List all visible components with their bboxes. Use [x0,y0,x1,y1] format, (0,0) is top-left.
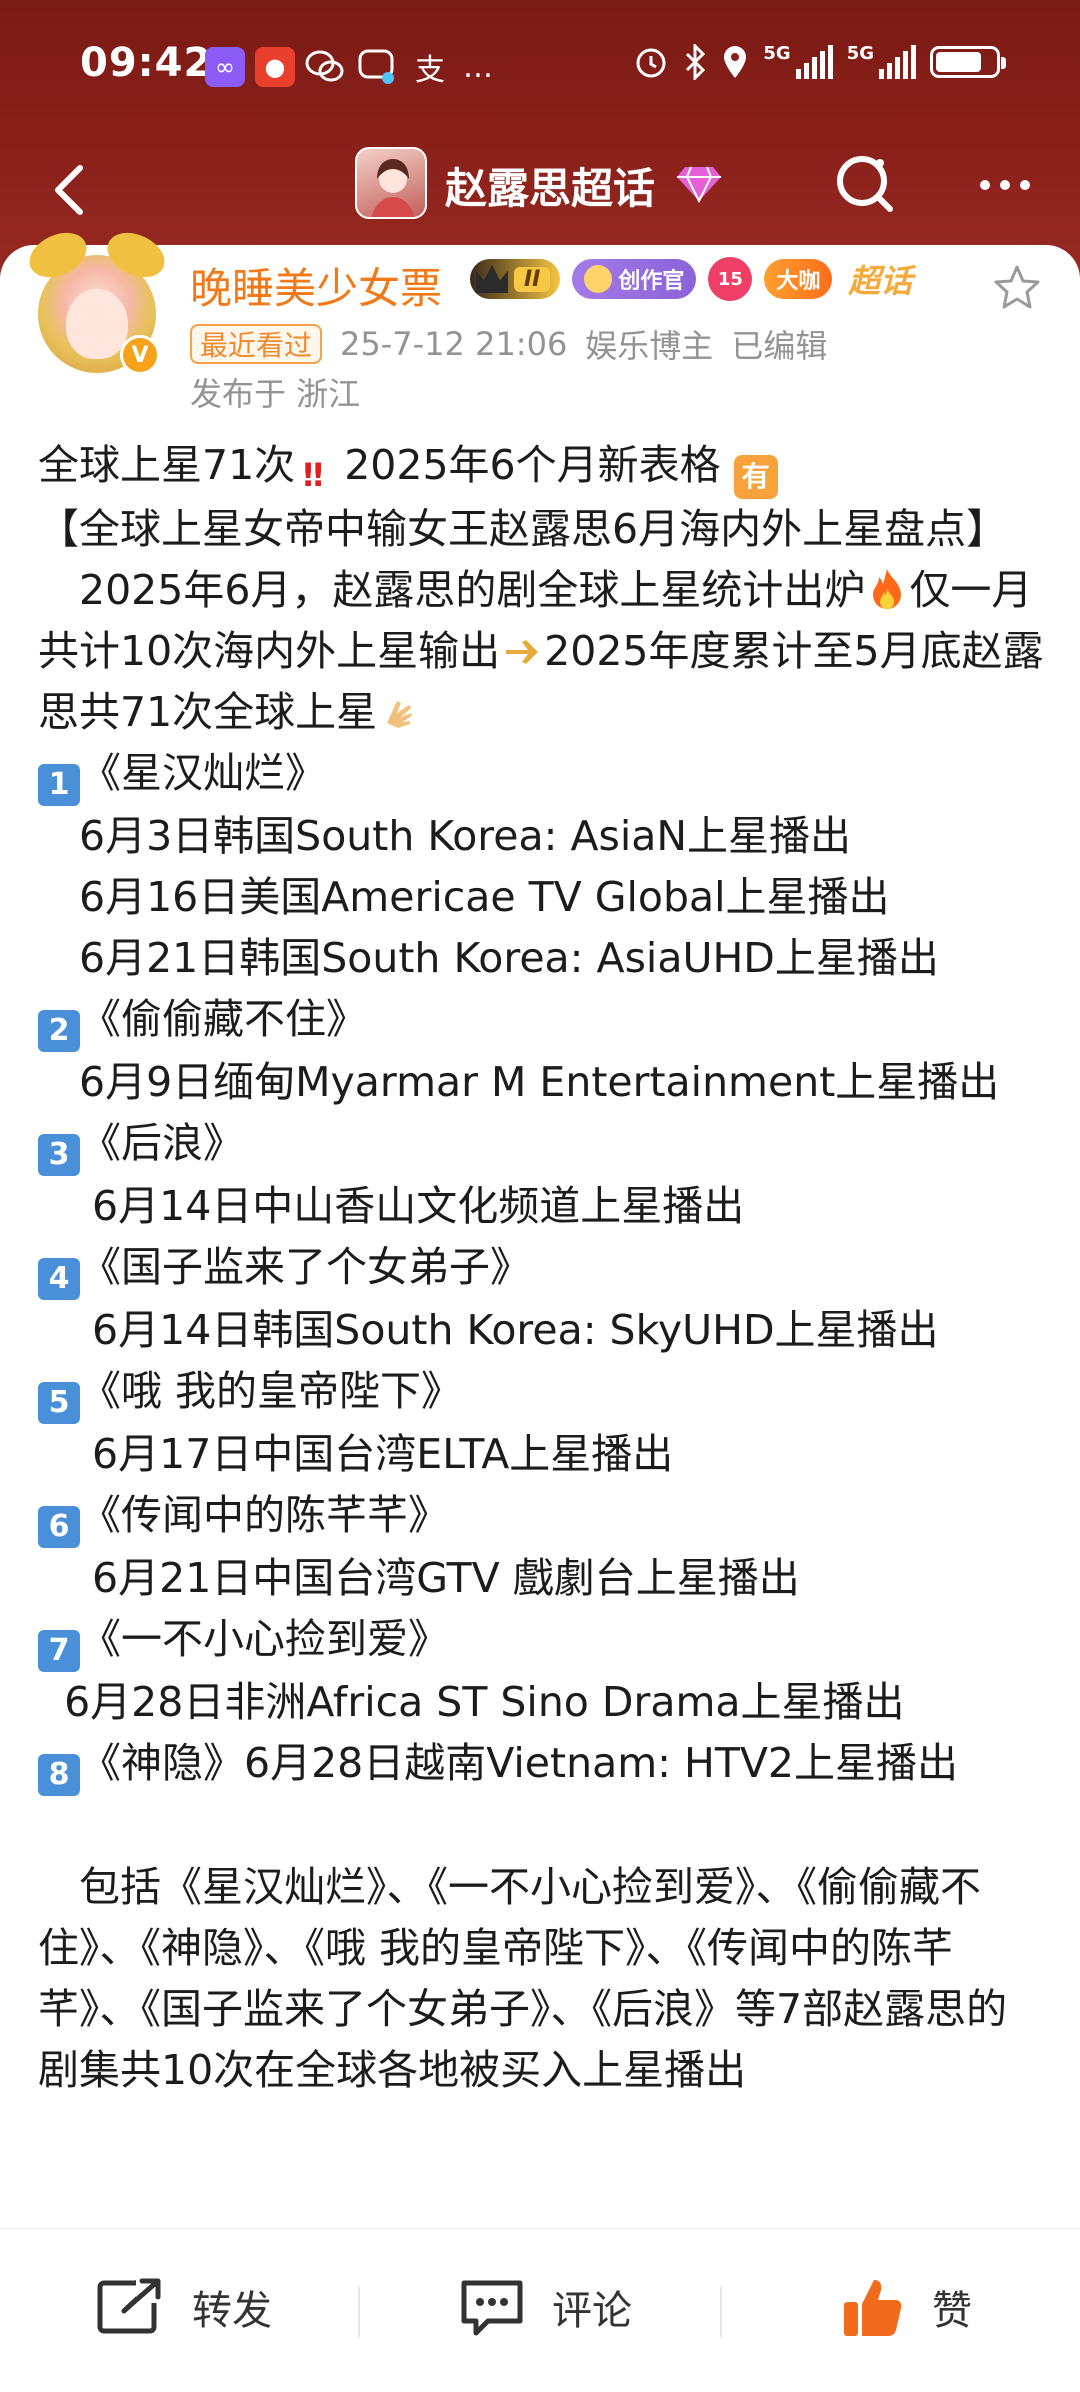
alipay-icon: 支 [415,53,445,88]
topic-avatar[interactable] [355,147,427,219]
repost-label: 转发 [192,2288,272,2334]
status-icons: 5G 5G [633,44,1006,80]
comment-button[interactable]: 评论 [458,2267,632,2347]
more-notifications-icon: … [463,49,493,85]
post-meta: 最近看过 25-7-12 21:06 娱乐博主 已编辑 [190,321,827,367]
search-icon [837,156,893,212]
clapping-hands-icon [377,693,421,737]
gem-icon [675,163,723,204]
comment-icon [461,2280,523,2336]
message-bubble-icon [357,47,397,87]
user-role: 娱乐博主 [585,327,714,365]
wechat-icon [305,47,345,87]
back-button[interactable] [30,150,110,230]
double-exclamation-icon: ‼ [303,456,324,494]
battery-icon [930,46,1006,78]
chevron-left-icon [55,165,83,215]
comment-label: 评论 [552,2288,632,2334]
post-body[interactable]: 全球上星71次 ‼ 2025年6个月新表格 有 【全球上星女帝中输女王赵露思6月海… [38,435,1048,2101]
user-avatar[interactable]: V [22,224,172,375]
thumbs-up-icon [844,2280,902,2336]
level-badge[interactable]: 15 [708,257,753,301]
favorite-button[interactable] [992,263,1042,313]
crown-rank-badge[interactable]: II [470,259,561,299]
username[interactable]: 晚睡美少女票 [190,255,442,316]
super-topic-badge[interactable]: 超话 [844,259,916,300]
status-bar: 09:42 ∞ ● 支 … 5G 5G [0,0,1080,135]
signal-1-icon: 5G [763,45,833,79]
signal-2-icon: 5G [847,45,916,79]
number-1-icon: 1 [38,764,80,806]
creator-icon [584,265,613,293]
more-button[interactable] [970,155,1040,215]
number-8-icon: 8 [38,1754,80,1796]
bluetooth-icon [686,44,706,80]
location-icon [724,46,747,78]
number-7-icon: 7 [38,1630,80,1672]
post-card: V 晚睡美少女票 II 创作官 15 大咖 超话 最近看过 25-7-12 21… [0,224,1080,2392]
dav-badge[interactable]: 大咖 [764,259,833,299]
star-icon [994,265,1040,309]
alarm-icon [636,48,666,78]
number-6-icon: 6 [38,1506,80,1548]
topic-title: 赵露思超话 [445,164,656,213]
number-5-icon: 5 [38,1382,80,1424]
body-fade [0,2165,1080,2225]
status-time: 09:42 [80,40,213,86]
crown-icon [476,265,508,293]
number-3-icon: 3 [38,1134,80,1176]
post-location: 发布于 浙江 [190,375,361,413]
battery-level [936,52,982,72]
number-2-icon: 2 [38,1010,80,1052]
repost-button[interactable]: 转发 [96,2267,272,2347]
post-timestamp: 25-7-12 21:06 [340,325,568,363]
pointing-hand-icon [500,632,544,676]
you-emoji-icon: 有 [733,455,778,499]
search-button[interactable] [830,149,900,219]
recent-tag: 最近看过 [190,324,323,364]
action-bar: 转发 评论 赞 [0,2228,1080,2392]
top-nav: 赵露思超话 [0,135,1080,245]
user-badges: II 创作官 15 大咖 超话 [470,257,916,301]
app-notification-icon: ∞ [205,47,245,87]
repost-icon [97,2277,166,2334]
edited-label[interactable]: 已编辑 [731,321,827,367]
like-label: 赞 [932,2288,972,2334]
creator-badge[interactable]: 创作官 [572,259,697,299]
fire-icon [865,567,909,611]
number-4-icon: 4 [38,1258,80,1300]
like-button[interactable]: 赞 [840,2267,972,2347]
weibo-notification-icon: ● [255,47,295,87]
verified-badge-icon: V [120,335,160,375]
